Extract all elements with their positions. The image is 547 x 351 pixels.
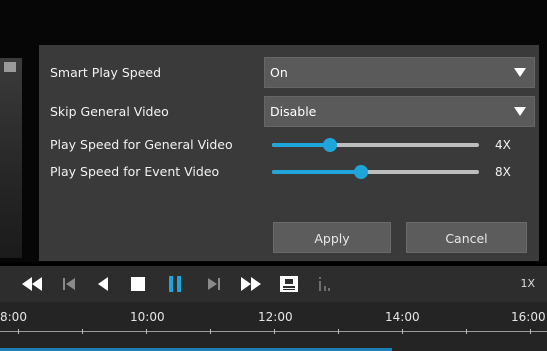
event-speed-slider[interactable] (272, 165, 479, 179)
cancel-button[interactable]: Cancel (406, 222, 527, 253)
timeline-tick (146, 329, 147, 334)
skip-general-video-label: Skip General Video (50, 104, 169, 119)
pause-icon[interactable] (164, 275, 186, 293)
smart-play-speed-select[interactable]: On (264, 57, 535, 88)
playback-control-bar: 1X (0, 266, 547, 302)
general-speed-value: 4X (495, 138, 511, 152)
apply-button[interactable]: Apply (273, 222, 391, 253)
smart-play-speed-label: Smart Play Speed (50, 65, 162, 80)
smart-play-settings-dialog: Smart Play Speed On Skip General Video D… (39, 45, 539, 261)
slider-fill (272, 170, 361, 174)
general-speed-label: Play Speed for General Video (50, 137, 233, 152)
step-forward-icon[interactable] (203, 275, 225, 293)
slider-fill (272, 143, 330, 147)
snapshot-icon[interactable] (278, 275, 300, 293)
event-speed-value: 8X (495, 165, 511, 179)
smart-play-speed-value: On (270, 65, 288, 80)
slider-thumb[interactable] (322, 138, 337, 152)
chevron-down-icon (514, 107, 526, 116)
skip-general-video-select[interactable]: Disable (264, 96, 535, 127)
timeline-tick (338, 329, 339, 334)
timeline-tick (274, 329, 275, 334)
step-back-icon[interactable] (58, 275, 80, 293)
timeline-label: 16:00 (511, 310, 546, 324)
timeline-tick (210, 329, 211, 334)
timeline-label: 8:00 (0, 310, 27, 324)
general-speed-slider[interactable] (272, 138, 479, 152)
timeline-label: 10:00 (130, 310, 165, 324)
timeline[interactable]: 8:00 10:00 12:00 14:00 16:00 (0, 302, 547, 351)
timeline-tick (530, 329, 531, 334)
playback-speed-label: 1X (520, 277, 535, 290)
reverse-play-icon[interactable] (92, 275, 114, 293)
fast-forward-icon[interactable] (240, 275, 262, 293)
event-speed-label: Play Speed for Event Video (50, 164, 220, 179)
timeline-tick (18, 329, 19, 334)
skip-general-video-value: Disable (270, 104, 317, 119)
timeline-tick (82, 329, 83, 334)
camera-tag (4, 62, 16, 72)
timeline-label: 12:00 (258, 310, 293, 324)
chevron-down-icon (514, 68, 526, 77)
timeline-tick (402, 329, 403, 334)
video-preview-strip (0, 58, 22, 258)
timeline-label: 14:00 (385, 310, 420, 324)
info-icon[interactable] (313, 275, 335, 293)
slider-thumb[interactable] (354, 165, 368, 179)
fast-rewind-icon[interactable] (21, 275, 43, 293)
stop-icon[interactable] (127, 275, 149, 293)
timeline-tick (466, 329, 467, 334)
